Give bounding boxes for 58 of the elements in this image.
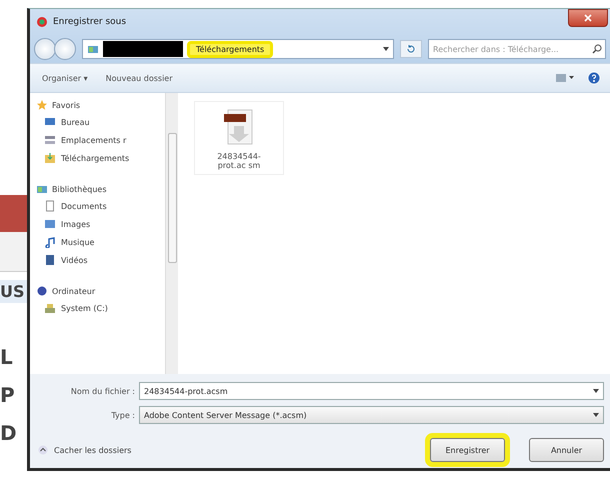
view-icon[interactable] [556,73,574,83]
toolbar-button[interactable]: Nouveau dossier [104,72,175,84]
file-name: 24834544-prot.ac sm [216,152,262,170]
page-text: P [0,382,16,409]
toolbar-button[interactable]: Organiser ▾ [40,72,90,84]
sidebar-item[interactable]: Vidéos [36,251,165,269]
back-button[interactable] [34,38,56,60]
sidebar-item[interactable]: Musique [36,233,165,251]
collapse-icon [38,445,48,455]
star-icon [36,99,48,111]
hide-folders-button[interactable]: Cacher les dossiers [38,445,420,455]
page-row [0,232,27,272]
video-icon [44,254,56,266]
dialog-button[interactable]: Annuler [529,438,604,462]
filename-field[interactable]: 24834544-prot.acsm [139,382,604,400]
filename-label: Nom du fichier : [70,386,135,396]
places-icon [44,134,56,146]
breadcrumb[interactable]: Téléchargements [187,40,274,58]
folder-icon [44,152,56,164]
page-banner [0,195,27,232]
search-field[interactable]: Rechercher dans : Télécharge... [428,39,606,59]
dropdown-icon [383,47,389,51]
page-text: L [0,344,14,371]
page-text: D [0,420,18,447]
window-title: Enregistrer sous [53,17,128,27]
close-button[interactable] [568,9,608,27]
image-icon [44,218,56,230]
drive-icon [44,302,56,314]
sidebar-item[interactable]: Téléchargements [36,149,165,167]
sidebar-item[interactable]: System (C:) [36,299,165,317]
computer-icon [36,285,48,297]
forward-button[interactable] [54,38,76,60]
type-dropdown[interactable]: Adobe Content Server Message (*.acsm) [139,406,604,424]
scrollbar[interactable] [165,93,178,374]
document-icon [44,200,56,212]
sidebar-item[interactable]: Bureau [36,113,165,131]
refresh-button[interactable] [400,40,422,58]
library-icon [36,183,48,195]
sidebar-group[interactable]: Bibliothèques [36,181,165,197]
close-icon [584,14,592,22]
sidebar-item[interactable]: Documents [36,197,165,215]
app-icon [36,16,48,28]
page-text: US [0,280,27,303]
monitor-icon [44,116,56,128]
sidebar-item[interactable]: Images [36,215,165,233]
library-icon [87,43,99,55]
sidebar-group[interactable]: Ordinateur [36,283,165,299]
sidebar-group[interactable]: Favoris [36,97,165,113]
type-label: Type : [110,410,135,420]
sidebar-item[interactable]: Emplacements r [36,131,165,149]
music-note-icon [44,236,56,248]
dropdown-icon [593,413,599,417]
refresh-icon [406,44,416,54]
dropdown-icon [593,389,599,393]
address-bar[interactable]: Téléchargements [82,39,394,59]
help-icon[interactable] [588,72,600,84]
file-item[interactable]: 24834544-prot.ac sm [194,101,284,175]
search-icon [592,44,602,54]
